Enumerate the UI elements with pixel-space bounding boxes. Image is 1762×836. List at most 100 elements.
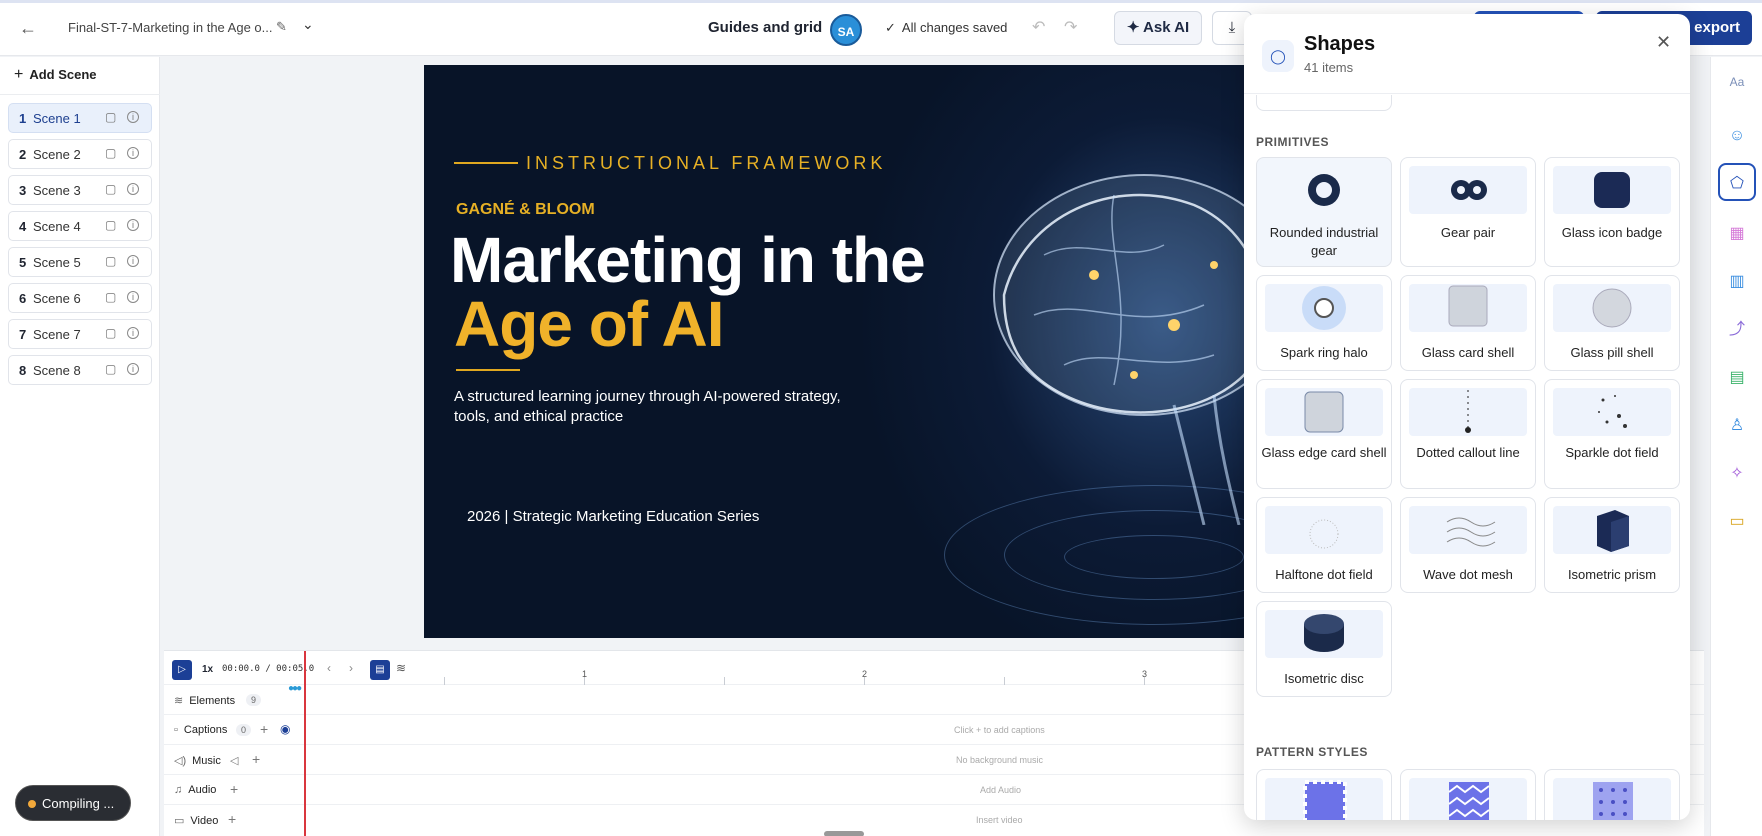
chevron-down-icon[interactable]: ⌄ (302, 16, 314, 33)
panel-body[interactable]: PRIMITIVES Rounded industrial gear Gear … (1244, 95, 1690, 820)
duplicate-icon[interactable]: ▢ (105, 182, 116, 196)
shape-card[interactable]: Wave dot mesh (1400, 497, 1536, 593)
chevron-left-icon[interactable]: ‹ (327, 661, 331, 675)
save-status: ✓ All changes saved (885, 20, 1007, 36)
info-icon[interactable]: i (127, 291, 139, 303)
shapes-icon[interactable]: ⬠ (1718, 163, 1756, 201)
add-video-button[interactable]: + (228, 811, 236, 827)
text-icon[interactable]: Aa (1718, 63, 1756, 101)
ask-ai-label: Ask AI (1143, 19, 1190, 36)
shape-card[interactable]: Gear pair (1400, 157, 1536, 267)
shape-thumbnail (1265, 388, 1383, 436)
slide-title-line1[interactable]: Marketing in the (450, 223, 926, 297)
duplicate-icon[interactable]: ▢ (105, 290, 116, 304)
duplicate-icon[interactable]: ▢ (105, 146, 116, 160)
cursor-sparkle-icon[interactable]: ✧ (1718, 455, 1756, 493)
ask-ai-button[interactable]: ✦ Ask AI (1114, 11, 1202, 45)
slide-footer[interactable]: 2026 | Strategic Marketing Education Ser… (467, 508, 759, 525)
redo-icon[interactable]: ↷ (1064, 17, 1077, 37)
slide-canvas[interactable]: INSTRUCTIONAL FRAMEWORK GAGNÉ & BLOOM Ma… (424, 65, 1254, 638)
shape-thumbnail (1409, 166, 1527, 214)
shape-card[interactable]: Glass edge card shell (1256, 379, 1392, 489)
scene-item[interactable]: 5 Scene 5 ▢ i (8, 247, 152, 277)
info-icon[interactable]: i (127, 183, 139, 195)
info-icon[interactable]: i (127, 255, 139, 267)
scene-sidebar: + Add Scene 1 Scene 1 ▢ i 2 Scene 2 ▢ i 3 Scene … (0, 57, 160, 836)
file-title[interactable]: Final-ST-7-Marketing in the Age o... (68, 20, 272, 35)
chart-icon[interactable]: ▥ (1718, 263, 1756, 301)
duplicate-icon[interactable]: ▢ (105, 326, 116, 340)
play-icon[interactable]: ▷ (172, 660, 192, 680)
scene-item[interactable]: 1 Scene 1 ▢ i (8, 103, 152, 133)
duplicate-icon[interactable]: ▢ (105, 254, 116, 268)
shape-card[interactable]: Glass card shell (1400, 275, 1536, 371)
info-icon[interactable]: i (127, 219, 139, 231)
duplicate-icon[interactable]: ▢ (105, 110, 116, 124)
speed-toggle[interactable]: 1x (202, 664, 213, 675)
scene-item[interactable]: 6 Scene 6 ▢ i (8, 283, 152, 313)
track-label: ♫ Audio (174, 784, 216, 796)
duplicate-icon[interactable]: ▢ (105, 362, 116, 376)
pencil-icon[interactable]: ✎ (276, 19, 287, 35)
avatar[interactable]: SA (830, 14, 862, 46)
document-icon[interactable]: ▤ (370, 660, 390, 680)
undo-icon[interactable]: ↶ (1032, 17, 1045, 37)
emoji-icon[interactable]: ☺ (1718, 117, 1756, 155)
eye-icon[interactable]: ◉ (280, 722, 290, 736)
shape-card[interactable]: Isometric disc (1256, 601, 1392, 697)
scene-item[interactable]: 2 Scene 2 ▢ i (8, 139, 152, 169)
add-caption-button[interactable]: + (260, 721, 268, 737)
shape-card[interactable]: Glass pill shell (1544, 275, 1680, 371)
slide-subtitle[interactable]: GAGNÉ & BLOOM (456, 201, 595, 219)
wave-mesh-icon (1446, 517, 1496, 547)
info-icon[interactable]: i (127, 327, 139, 339)
duplicate-icon[interactable]: ▢ (105, 218, 116, 232)
scene-item[interactable]: 7 Scene 7 ▢ i (8, 319, 152, 349)
shape-card[interactable]: Spark ring halo (1256, 275, 1392, 371)
shape-card[interactable]: Isometric prism (1544, 497, 1680, 593)
gear-pair-icon (1451, 180, 1487, 200)
info-icon[interactable]: i (127, 111, 139, 123)
scene-item[interactable]: 4 Scene 4 ▢ i (8, 211, 152, 241)
shape-card[interactable] (1256, 95, 1392, 111)
avatar-icon[interactable]: ♙ (1718, 407, 1756, 445)
slide-description[interactable]: A structured learning journey through AI… (454, 387, 844, 427)
shape-card[interactable] (1256, 769, 1392, 820)
shape-card[interactable] (1544, 769, 1680, 820)
scene-item[interactable]: 8 Scene 8 ▢ i (8, 355, 152, 385)
connector-icon[interactable]: ⤴ (1718, 311, 1756, 349)
shapes-panel: ◯ Shapes 41 items ✕ PRIMITIVES Rounded i… (1244, 14, 1690, 820)
shape-card[interactable]: Sparkle dot field (1544, 379, 1680, 489)
shape-thumbnail (1409, 778, 1527, 820)
volume-icon[interactable]: ◁ (230, 754, 238, 767)
arrow-left-icon[interactable]: ← (16, 16, 40, 40)
guides-and-grid-button[interactable]: Guides and grid (708, 19, 822, 36)
shape-thumbnail (1553, 166, 1671, 214)
grid-icon[interactable]: ▦ (1718, 215, 1756, 253)
shape-card[interactable]: Rounded industrial gear (1256, 157, 1392, 267)
slide-kicker[interactable]: INSTRUCTIONAL FRAMEWORK (526, 153, 886, 174)
caption-icon[interactable]: ▭ (1718, 503, 1756, 541)
chevron-right-icon[interactable]: › (349, 661, 353, 675)
table-icon[interactable]: ▤ (1718, 359, 1756, 397)
shape-card[interactable]: Glass icon badge (1544, 157, 1680, 267)
close-icon[interactable]: ✕ (1656, 32, 1671, 53)
track-count: 0 (236, 724, 252, 736)
add-music-button[interactable]: + (252, 751, 260, 767)
playhead[interactable] (304, 651, 306, 836)
scene-item[interactable]: 3 Scene 3 ▢ i (8, 175, 152, 205)
shape-name: Glass icon badge (1561, 225, 1663, 240)
shape-card[interactable]: Halftone dot field (1256, 497, 1392, 593)
resize-handle[interactable] (824, 831, 864, 836)
layers-icon[interactable]: ≋ (396, 661, 406, 675)
shape-card[interactable] (1400, 769, 1536, 820)
add-audio-button[interactable]: + (230, 781, 238, 797)
shape-card[interactable]: Dotted callout line (1400, 379, 1536, 489)
kicker-rule (454, 162, 518, 164)
chat-bubble-icon: ◯ (1262, 40, 1294, 72)
add-scene-button[interactable]: + Add Scene (14, 66, 97, 84)
info-icon[interactable]: i (127, 147, 139, 159)
info-icon[interactable]: i (127, 363, 139, 375)
slide-title-line2[interactable]: Age of AI (454, 287, 724, 361)
scene-number: 8 (19, 363, 27, 378)
